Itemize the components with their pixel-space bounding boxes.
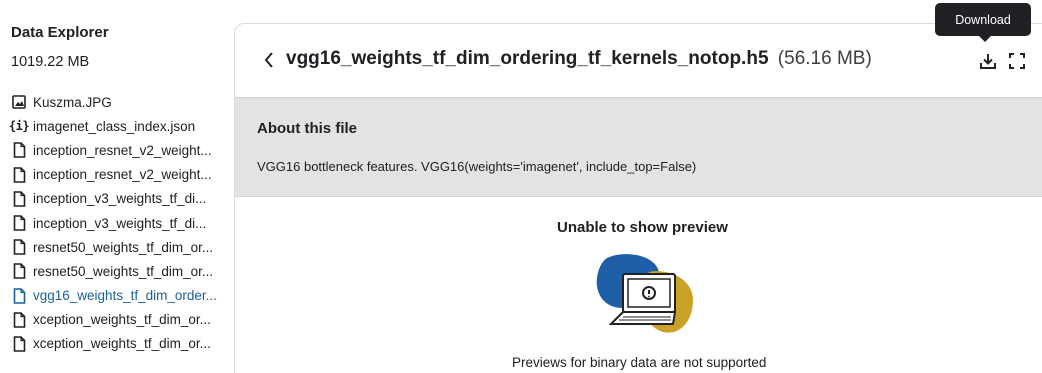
preview-message: Previews for binary data are not support… — [512, 355, 767, 370]
file-header: vgg16_weights_tf_dim_ordering_tf_kernels… — [235, 24, 1042, 97]
file-list-item-label: inception_v3_weights_tf_di... — [33, 215, 207, 231]
file-list-item[interactable]: inception_v3_weights_tf_di... — [11, 211, 226, 235]
file-list-item-label: inception_v3_weights_tf_di... — [33, 191, 207, 207]
file-list-item[interactable]: inception_v3_weights_tf_di... — [11, 187, 226, 211]
file-list-item-label: resnet50_weights_tf_dim_or... — [33, 239, 214, 255]
download-button[interactable] — [977, 50, 999, 72]
download-tooltip: Download — [935, 3, 1031, 42]
file-list-item[interactable]: inception_resnet_v2_weight... — [11, 163, 226, 187]
file-list-item[interactable]: vgg16_weights_tf_dim_order... — [11, 284, 226, 308]
file-list-item-label: inception_resnet_v2_weight... — [33, 142, 212, 158]
laptop-warning-illustration — [596, 254, 693, 333]
file-list-item-label: resnet50_weights_tf_dim_or... — [33, 263, 214, 279]
file-list-item-label: imagenet_class_index.json — [33, 118, 196, 134]
file-icon — [11, 166, 27, 183]
file-list-item[interactable]: resnet50_weights_tf_dim_or... — [11, 259, 226, 283]
file-list-item[interactable]: xception_weights_tf_dim_or... — [11, 332, 226, 356]
file-size: (56.16 MB) — [777, 48, 872, 69]
dataset-size: 1019.22 MB — [11, 54, 90, 70]
file-list-item[interactable]: inception_resnet_v2_weight... — [11, 138, 226, 162]
fullscreen-icon — [1009, 53, 1025, 69]
preview-title: Unable to show preview — [557, 219, 728, 236]
file-list-item-label: xception_weights_tf_dim_or... — [33, 312, 211, 328]
image-icon — [11, 94, 27, 110]
file-icon — [11, 336, 27, 352]
file-icon — [11, 191, 27, 207]
file-list-item[interactable]: xception_weights_tf_dim_or... — [11, 308, 226, 332]
file-icon — [11, 287, 27, 304]
file-list-item[interactable]: resnet50_weights_tf_dim_or... — [11, 235, 226, 259]
back-button[interactable] — [259, 48, 279, 72]
file-icon — [11, 215, 27, 231]
file-icon — [11, 239, 27, 256]
file-list-item-label: xception_weights_tf_dim_or... — [33, 336, 211, 352]
file-icon — [11, 311, 27, 328]
chevron-left-icon — [264, 52, 273, 68]
about-title: About this file — [257, 120, 357, 137]
fullscreen-button[interactable] — [1006, 50, 1028, 72]
file-name: vgg16_weights_tf_dim_ordering_tf_kernels… — [286, 48, 769, 69]
about-description: VGG16 bottleneck features. VGG16(weights… — [257, 159, 697, 174]
file-list-item[interactable]: Kuszma.JPG — [11, 90, 226, 114]
file-list-item-label: vgg16_weights_tf_dim_order... — [33, 288, 217, 304]
file-list-item-label: Kuszma.JPG — [33, 94, 112, 110]
file-icon — [11, 142, 27, 159]
file-icon — [11, 263, 27, 280]
sidebar-title: Data Explorer — [11, 24, 109, 41]
file-list-item-label: inception_resnet_v2_weight... — [33, 167, 212, 183]
json-icon: {i} — [8, 119, 30, 134]
file-detail-panel: vgg16_weights_tf_dim_ordering_tf_kernels… — [234, 23, 1042, 373]
page-title: vgg16_weights_tf_dim_ordering_tf_kernels… — [286, 48, 872, 70]
download-icon — [980, 54, 996, 69]
file-list: Kuszma.JPG {i} imagenet_class_index.json in… — [8, 90, 226, 356]
about-section: About this file VGG16 bottleneck feature… — [235, 97, 1042, 197]
file-list-item[interactable]: {i} imagenet_class_index.json — [8, 114, 226, 138]
preview-section: Unable to show preview Previews for bina… — [235, 198, 1042, 373]
data-explorer-sidebar: Data Explorer 1019.22 MB Kuszma.JPG {i} im… — [0, 0, 232, 373]
